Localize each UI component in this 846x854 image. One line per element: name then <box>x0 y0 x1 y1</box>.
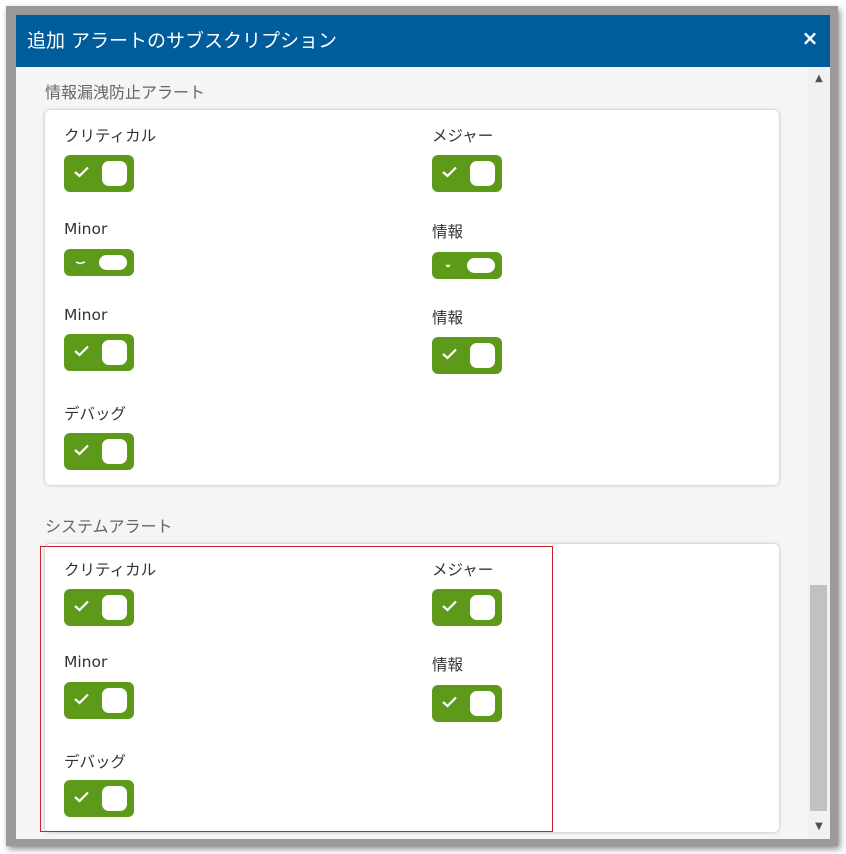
dlp-major-toggle[interactable] <box>432 155 502 192</box>
check-icon <box>442 166 457 178</box>
toggle-knob <box>102 595 127 620</box>
close-icon[interactable]: × <box>799 26 821 50</box>
dlp-critical-toggle[interactable] <box>64 155 134 192</box>
section-title-dlp-alerts: 情報漏洩防止アラート <box>45 83 206 102</box>
dlp-info-label-2: 情報 <box>432 309 464 327</box>
toggle-knob <box>102 786 127 811</box>
dlp-minor-label: Minor <box>64 220 108 238</box>
dlp-major-label: メジャー <box>432 127 494 145</box>
system-info-toggle[interactable] <box>432 685 502 722</box>
dlp-alerts-card: クリティカル メジャー Minor 情報 Minor 情報 デバッグ <box>45 110 779 485</box>
dlp-info-label: 情報 <box>432 223 464 241</box>
toggle-knob <box>102 688 127 713</box>
system-minor-label: Minor <box>64 653 108 671</box>
system-major-label: メジャー <box>432 561 494 579</box>
system-major-toggle[interactable] <box>432 589 502 626</box>
toggle-knob <box>467 258 495 273</box>
dlp-minor-toggle[interactable] <box>64 249 134 276</box>
dlp-critical-label: クリティカル <box>64 127 157 145</box>
dlp-minor-label-2: Minor <box>64 306 108 324</box>
system-alerts-card: クリティカル メジャー Minor 情報 デバッグ <box>45 544 779 832</box>
check-icon <box>74 166 89 178</box>
dialog-titlebar: 追加 アラートのサブスクリプション × <box>16 15 830 67</box>
dlp-debug-toggle[interactable] <box>64 433 134 470</box>
toggle-knob <box>470 161 495 186</box>
scrollbar-thumb[interactable] <box>810 585 827 811</box>
check-icon <box>74 444 89 456</box>
system-debug-toggle[interactable] <box>64 780 134 817</box>
check-icon <box>442 348 457 360</box>
check-icon <box>74 791 89 803</box>
check-icon <box>74 345 89 357</box>
dialog-title: 追加 アラートのサブスクリプション <box>27 30 338 52</box>
toggle-knob <box>102 439 127 464</box>
system-debug-label: デバッグ <box>64 753 127 771</box>
toggle-knob <box>99 255 127 270</box>
toggle-knob <box>470 691 495 716</box>
dlp-debug-label: デバッグ <box>64 405 127 423</box>
toggle-knob <box>102 161 127 186</box>
system-minor-toggle[interactable] <box>64 682 134 719</box>
check-icon <box>74 693 89 705</box>
dlp-info-toggle[interactable] <box>432 252 502 279</box>
toggle-knob <box>470 595 495 620</box>
chevron-up-icon[interactable]: ▲ <box>808 70 830 88</box>
chevron-down-icon[interactable]: ▼ <box>808 818 830 836</box>
system-critical-label: クリティカル <box>64 561 157 579</box>
dlp-minor-toggle-2[interactable] <box>64 334 134 371</box>
vertical-scrollbar[interactable]: ▲ ▼ <box>808 67 830 839</box>
section-title-system-alerts: システムアラート <box>45 517 173 536</box>
system-critical-toggle[interactable] <box>64 589 134 626</box>
check-icon <box>445 264 451 268</box>
check-icon <box>74 600 89 612</box>
dlp-info-toggle-2[interactable] <box>432 337 502 374</box>
system-info-label: 情報 <box>432 656 464 674</box>
toggle-knob <box>470 343 495 368</box>
check-icon <box>442 696 457 708</box>
toggle-knob <box>102 340 127 365</box>
alert-subscription-dialog: 追加 アラートのサブスクリプション × 情報漏洩防止アラート クリティカル メジ… <box>16 15 830 839</box>
check-icon <box>442 600 457 612</box>
check-icon <box>75 261 86 265</box>
